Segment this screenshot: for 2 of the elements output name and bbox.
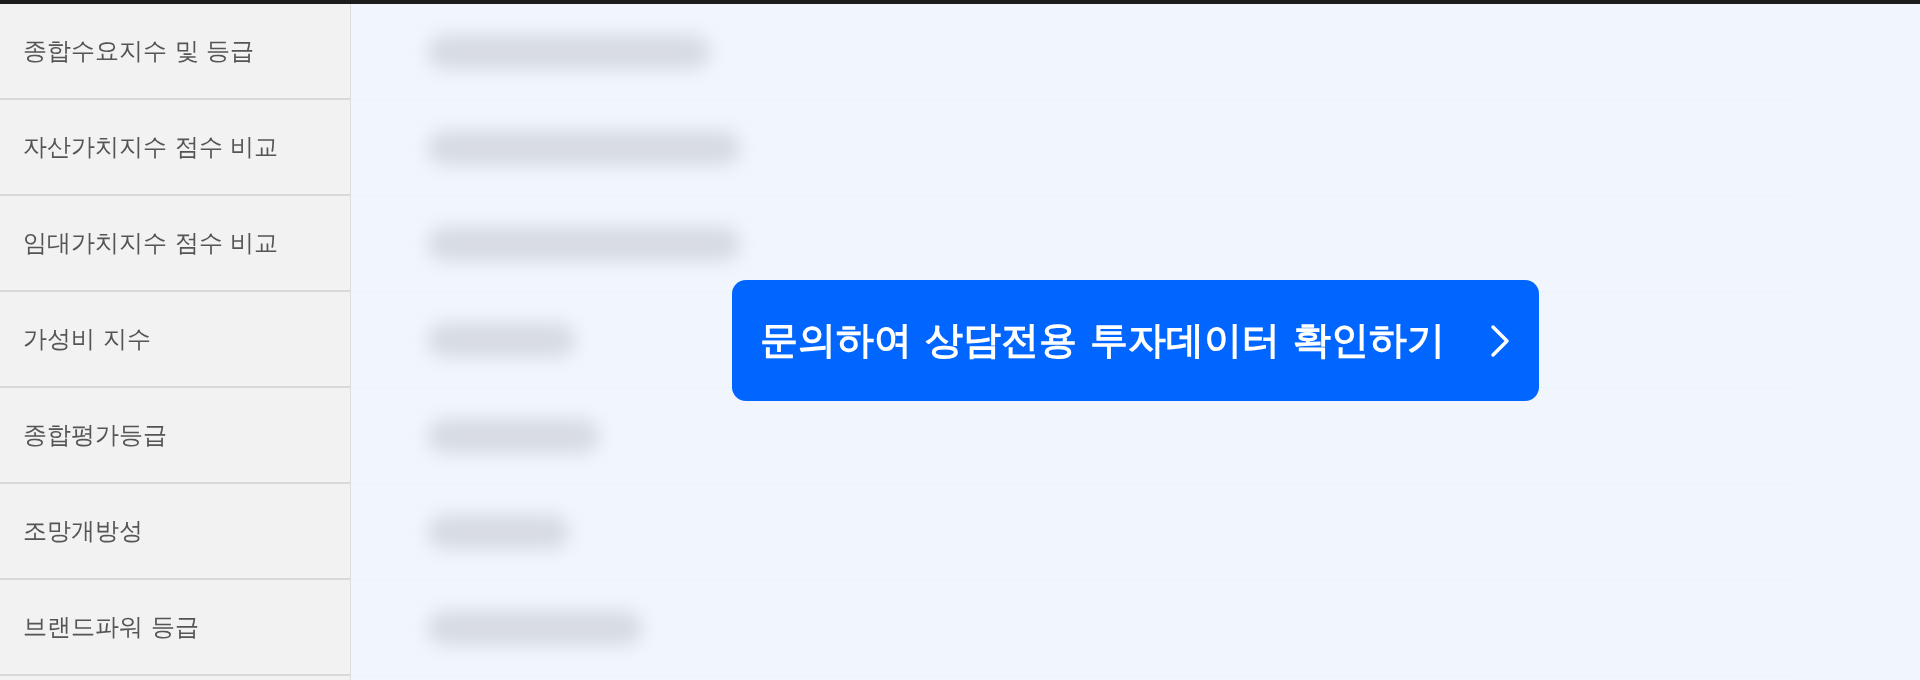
chevron-right-icon: [1489, 323, 1512, 358]
inquiry-button[interactable]: 문의하여 상담전용 투자데이터 확인하기: [732, 280, 1539, 401]
